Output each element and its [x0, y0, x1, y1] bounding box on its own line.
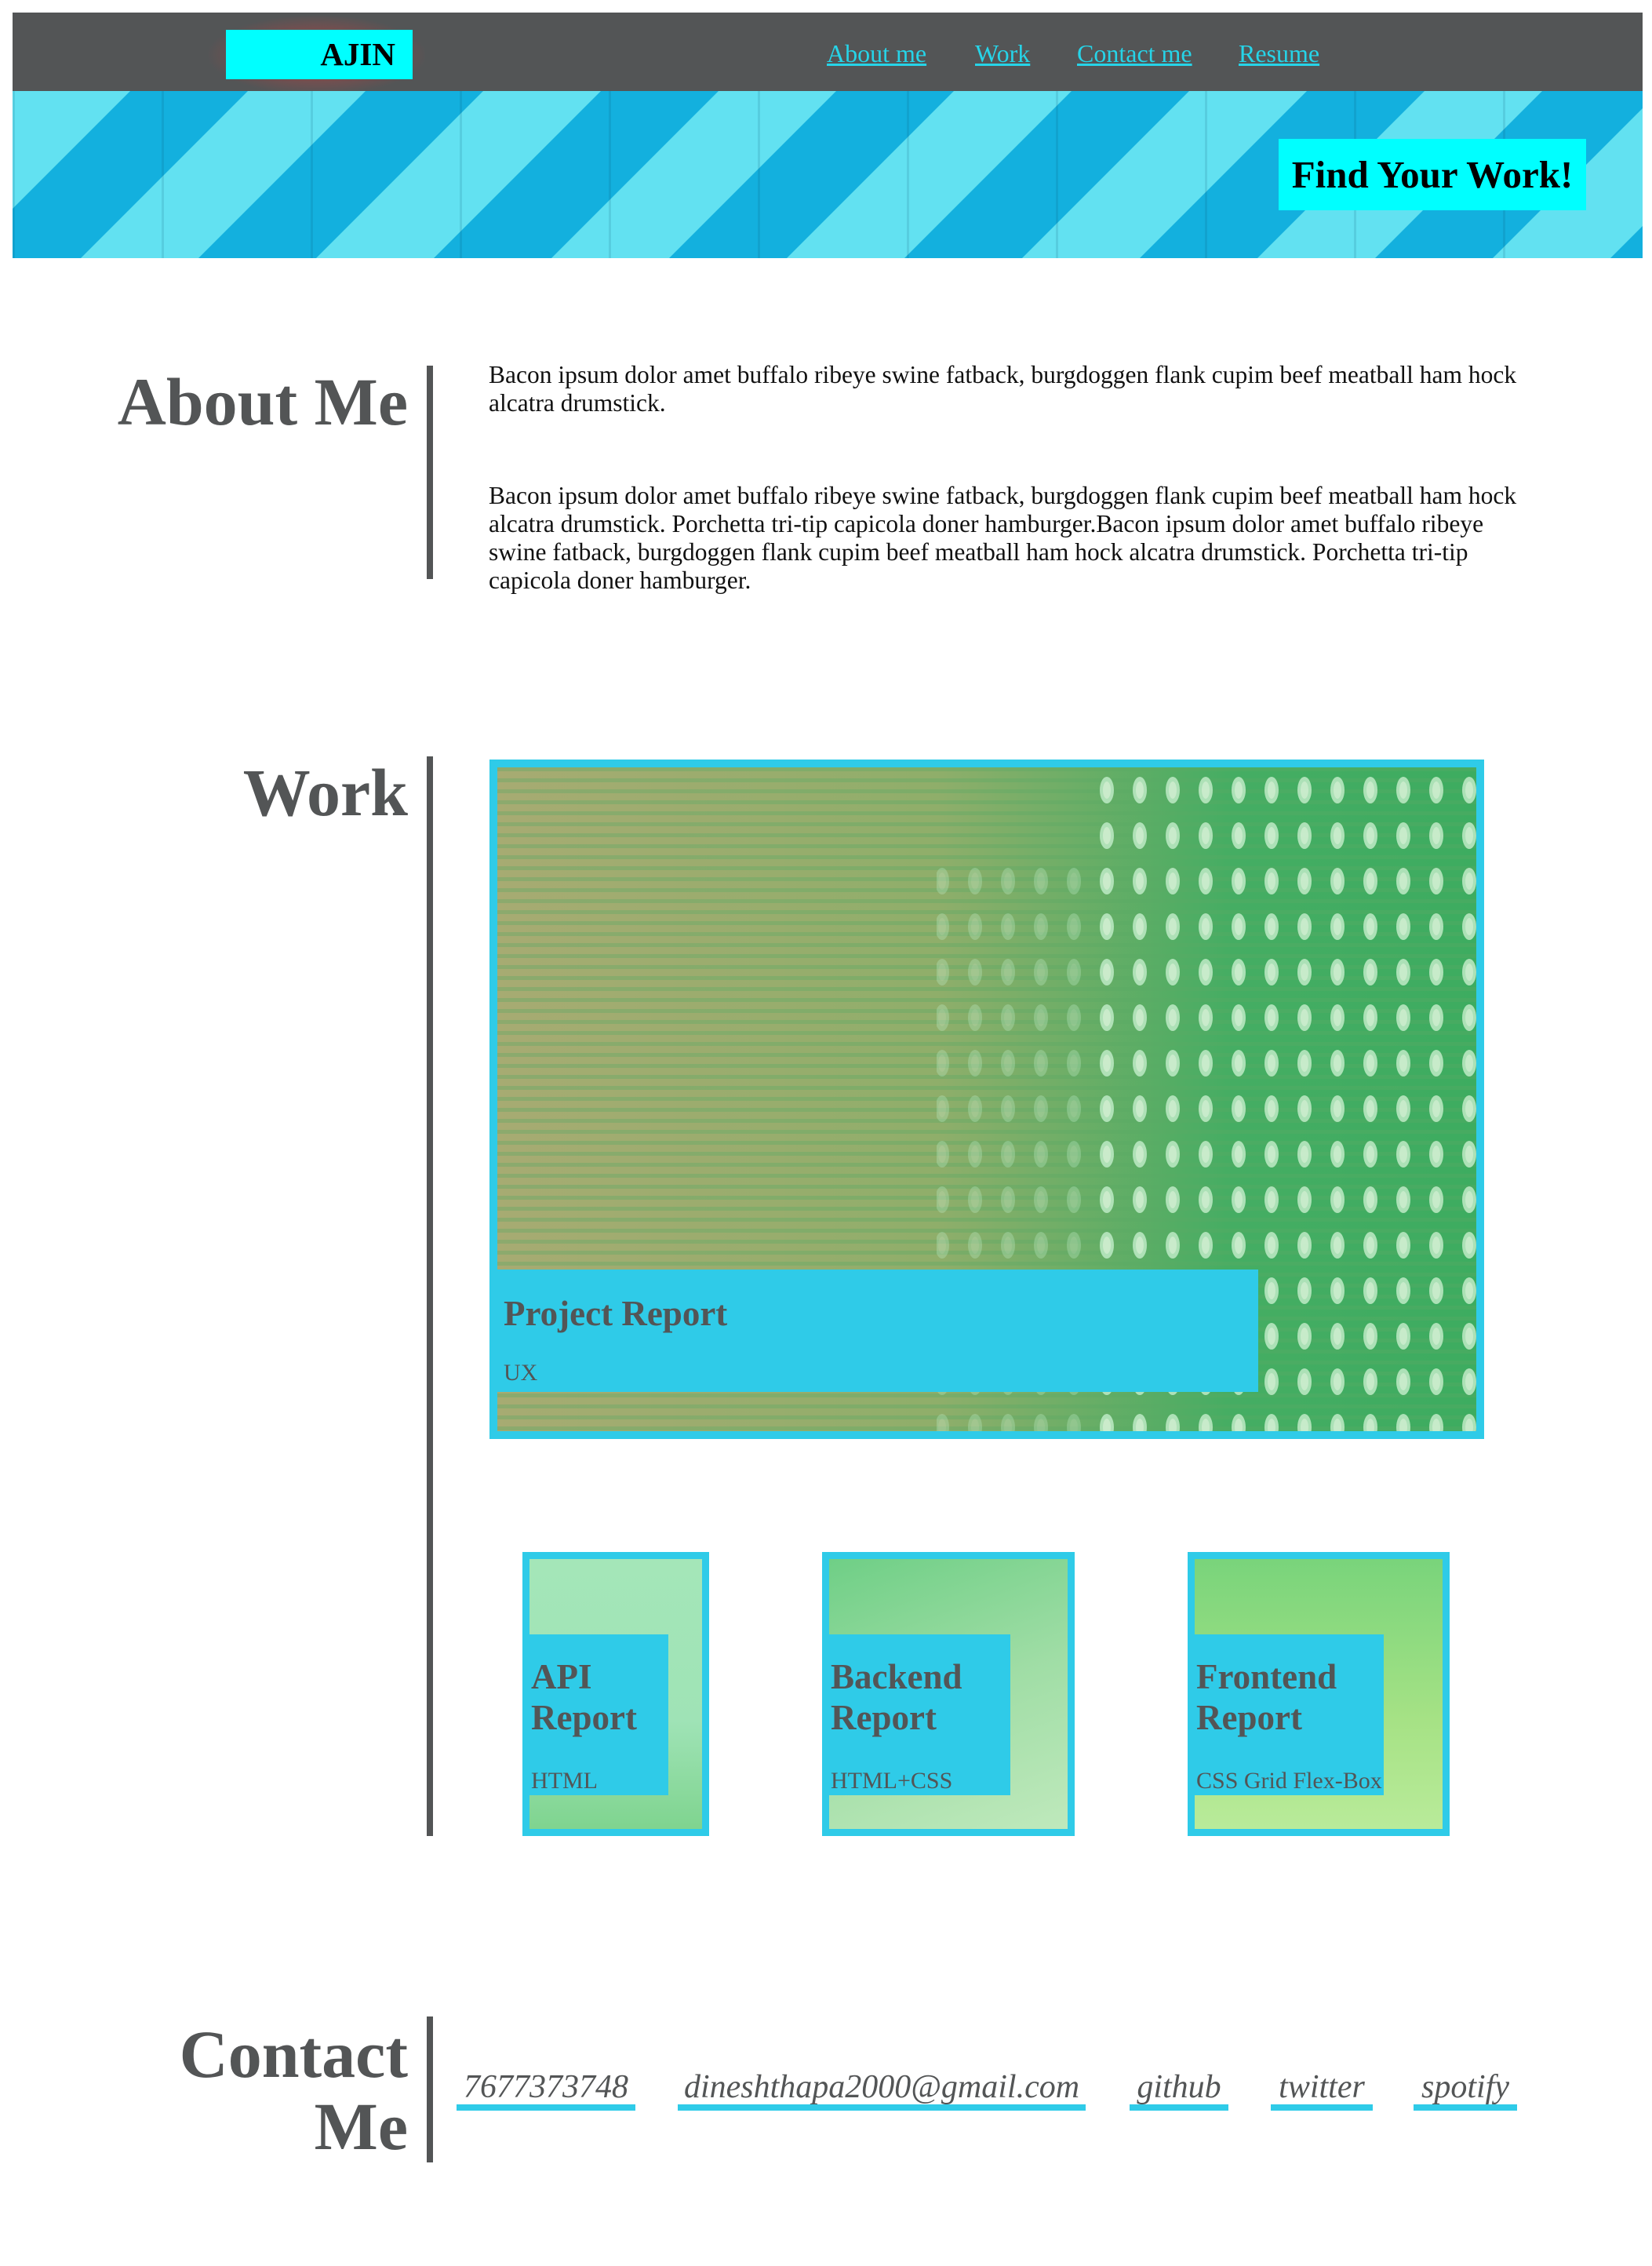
- api-report-title: API Report: [531, 1657, 637, 1737]
- about-divider: [427, 366, 433, 579]
- project-card-backend-report[interactable]: Backend Report HTML+CSS: [822, 1552, 1075, 1836]
- find-your-work-button[interactable]: Find Your Work!: [1279, 139, 1586, 210]
- about-section-title: About Me: [117, 364, 408, 439]
- nav-link-work[interactable]: Work: [975, 36, 1030, 71]
- contact-title-line-2: Me: [314, 2089, 408, 2164]
- contact-section-title: Contact Me: [16, 2018, 408, 2162]
- nav-link-about-me[interactable]: About me: [827, 36, 926, 71]
- about-paragraph-1: Bacon ipsum dolor amet buffalo ribeye sw…: [489, 361, 1517, 417]
- nav-link-resume[interactable]: Resume: [1239, 36, 1319, 71]
- contact-email-link[interactable]: dineshthapa2000@gmail.com: [678, 2071, 1086, 2111]
- api-report-caption: API Report HTML: [529, 1634, 668, 1795]
- frontend-report-title: Frontend Report: [1196, 1657, 1337, 1737]
- contact-github-link[interactable]: github: [1130, 2071, 1228, 2111]
- contact-twitter-link[interactable]: twitter: [1271, 2071, 1373, 2111]
- project-card-api-report[interactable]: API Report HTML: [522, 1552, 709, 1836]
- work-divider: [427, 756, 433, 1836]
- featured-project-title: Project Report: [504, 1294, 728, 1333]
- contact-spotify-link[interactable]: spotify: [1414, 2071, 1517, 2111]
- contact-divider: [427, 2016, 433, 2162]
- nav-link-contact-me[interactable]: Contact me: [1077, 36, 1192, 71]
- featured-project-tag: UX: [504, 1360, 538, 1386]
- backend-report-title: Backend Report: [831, 1657, 962, 1737]
- contact-title-line-1: Contact: [179, 2016, 408, 2092]
- backend-report-caption: Backend Report HTML+CSS: [829, 1634, 1010, 1795]
- about-paragraph-2: Bacon ipsum dolor amet buffalo ribeye sw…: [489, 482, 1517, 594]
- contact-phone-link[interactable]: 7677373748: [457, 2071, 635, 2111]
- featured-project-card[interactable]: Project Report UX: [489, 760, 1484, 1439]
- backend-report-tag: HTML+CSS: [831, 1768, 953, 1794]
- api-report-tag: HTML: [531, 1768, 598, 1794]
- project-card-frontend-report[interactable]: Frontend Report CSS Grid Flex-Box: [1188, 1552, 1450, 1836]
- hero-banner: Find Your Work!: [13, 91, 1643, 258]
- frontend-report-tag: CSS Grid Flex-Box: [1196, 1768, 1382, 1794]
- work-section-title: Work: [242, 755, 408, 830]
- top-nav: AJIN About me Work Contact me Resume: [13, 13, 1643, 94]
- site-logo[interactable]: AJIN: [226, 30, 413, 79]
- frontend-report-caption: Frontend Report CSS Grid Flex-Box: [1195, 1634, 1384, 1795]
- featured-project-caption: Project Report UX: [497, 1270, 1258, 1392]
